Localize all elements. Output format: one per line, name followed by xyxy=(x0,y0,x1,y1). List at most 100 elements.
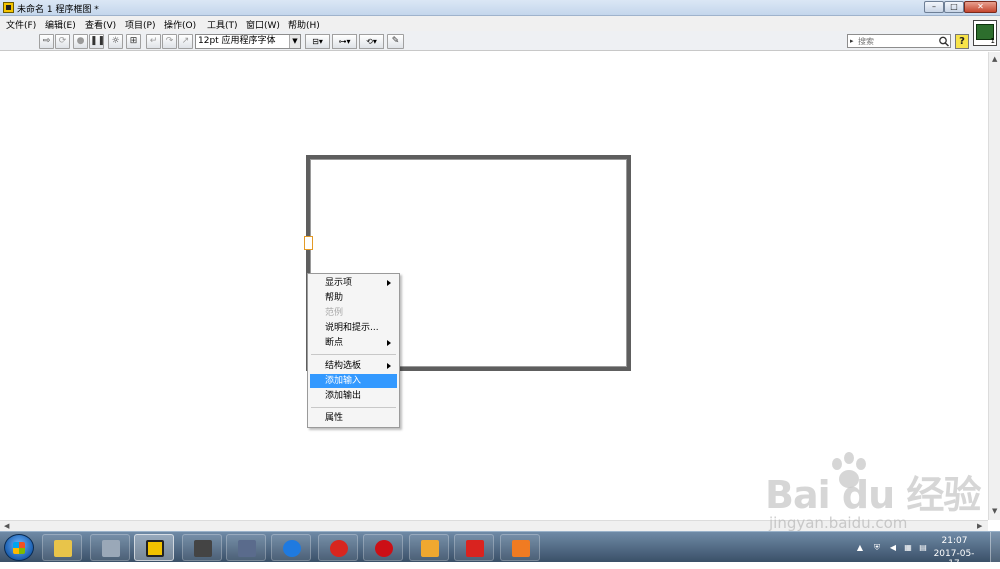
distribute-objects-dropdown[interactable]: ⊶▾ xyxy=(332,34,357,49)
baidu-jingyan-watermark: Bai du 经验 jingyan.baidu.com xyxy=(765,452,981,532)
menu-tools[interactable]: 工具(T) xyxy=(207,18,238,31)
context-menu-item-label: 结构选板 xyxy=(325,361,362,371)
clock-date[interactable]: 2017-05-17 xyxy=(928,549,980,569)
context-menu-item-label: 断点 xyxy=(325,338,344,348)
menu-operate[interactable]: 操作(O) xyxy=(164,18,196,31)
taskbar-print-app[interactable] xyxy=(454,534,494,561)
submenu-arrow-icon xyxy=(387,280,391,286)
input-method-icon[interactable]: ▤ xyxy=(918,543,928,553)
close-button[interactable]: ✕ xyxy=(964,1,997,13)
security-shield-icon[interactable]: ⛨ xyxy=(872,543,882,553)
search-icon[interactable] xyxy=(938,36,950,47)
context-menu-item-label: 添加输入 xyxy=(325,376,362,386)
scroll-left-icon[interactable]: ◀ xyxy=(4,522,9,530)
watermark-brand: Bai du 经验 xyxy=(765,473,981,517)
context-menu-item-description-and-tip[interactable]: 说明和提示... xyxy=(310,321,397,335)
context-menu-item-label: 帮助 xyxy=(325,293,344,303)
taskbar-teamviewer[interactable] xyxy=(271,534,311,561)
title-bar: 未命名 1 程序框图 * – □ ✕ xyxy=(0,0,1000,16)
chip-icon xyxy=(194,540,212,557)
scroll-down-icon[interactable]: ▼ xyxy=(992,507,997,515)
submenu-arrow-icon xyxy=(387,340,391,346)
font-select[interactable]: 12pt 应用程序字体 ▼ xyxy=(195,34,301,49)
context-menu-item-label: 范例 xyxy=(325,308,344,318)
vertical-scrollbar[interactable]: ▲ ▼ xyxy=(988,52,1000,520)
context-menu-item-visible-items[interactable]: 显示项 xyxy=(310,276,397,290)
menu-bar: 文件(F) 编辑(E) 查看(V) 项目(P) 操作(O) 工具(T) 窗口(W… xyxy=(0,16,1000,31)
show-desktop-button[interactable] xyxy=(990,532,1000,562)
taskbar-serial-port[interactable] xyxy=(226,534,266,561)
input-tunnel[interactable] xyxy=(304,236,313,250)
package-icon xyxy=(421,540,439,557)
opera-icon xyxy=(375,540,393,557)
context-menu-item-properties[interactable]: 属性 xyxy=(310,411,397,425)
scroll-right-icon[interactable]: ▶ xyxy=(977,522,982,530)
menu-project[interactable]: 项目(P) xyxy=(125,18,155,31)
serial-port-icon xyxy=(238,540,256,557)
search-input[interactable] xyxy=(858,35,934,47)
vi-icon[interactable]: 1 xyxy=(973,20,997,46)
context-help-button[interactable]: ? xyxy=(955,34,969,49)
run-continuously-icon[interactable]: ⟳ xyxy=(55,34,70,49)
start-button[interactable] xyxy=(4,534,34,561)
context-menu-item-add-input[interactable]: 添加输入 xyxy=(310,374,397,388)
search-dropdown-arrow-icon[interactable]: ▸ xyxy=(850,35,854,47)
print-app-icon xyxy=(466,540,484,557)
vi-icon-number: 1 xyxy=(990,37,995,45)
taskbar-chip-tool[interactable] xyxy=(182,534,222,561)
labview-icon xyxy=(146,540,164,557)
abort-execution-icon[interactable]: ● xyxy=(73,34,88,49)
step-into-icon[interactable]: ↵ xyxy=(146,34,161,49)
context-menu: 显示项 帮助 范例 说明和提示... 断点 结构选板 添加输入 添加输出 属性 xyxy=(307,273,400,428)
network-icon[interactable]: ▦ xyxy=(903,543,913,553)
teamviewer-icon xyxy=(283,540,301,557)
red-swirl-icon xyxy=(330,540,348,557)
minimize-button[interactable]: – xyxy=(924,1,944,13)
taskbar-presentation-app[interactable] xyxy=(500,534,540,561)
clean-up-diagram-icon[interactable]: ✎ xyxy=(387,34,404,49)
context-menu-item-label: 说明和提示... xyxy=(325,323,379,333)
step-over-icon[interactable]: ↷ xyxy=(162,34,177,49)
run-arrow-icon[interactable]: ⇨ xyxy=(39,34,54,49)
context-menu-item-label: 添加输出 xyxy=(325,391,362,401)
maximize-button[interactable]: □ xyxy=(944,1,964,13)
context-menu-item-add-output[interactable]: 添加输出 xyxy=(310,389,397,403)
taskbar-calculator[interactable] xyxy=(90,534,130,561)
context-menu-item-breakpoint[interactable]: 断点 xyxy=(310,336,397,350)
search-box[interactable]: ▸ xyxy=(847,34,951,48)
volume-icon[interactable]: ◀ xyxy=(888,543,898,553)
align-objects-dropdown[interactable]: ⊟▾ xyxy=(305,34,330,49)
taskbar-file-explorer[interactable] xyxy=(42,534,82,561)
menu-view[interactable]: 查看(V) xyxy=(85,18,116,31)
menu-window[interactable]: 窗口(W) xyxy=(246,18,280,31)
taskbar-labview[interactable] xyxy=(134,534,174,561)
context-menu-item-label: 属性 xyxy=(325,413,344,423)
taskbar: ▲ ⛨ ◀ ▦ ▤ xyxy=(0,531,1000,562)
step-out-icon[interactable]: ↗ xyxy=(178,34,193,49)
taskbar-opera[interactable] xyxy=(363,534,403,561)
menu-help[interactable]: 帮助(H) xyxy=(288,18,320,31)
menu-file[interactable]: 文件(F) xyxy=(6,18,36,31)
calculator-icon xyxy=(102,540,120,557)
presentation-icon xyxy=(512,540,530,557)
taskbar-red-app[interactable] xyxy=(318,534,358,561)
scroll-up-icon[interactable]: ▲ xyxy=(992,55,997,63)
folder-icon xyxy=(54,540,72,557)
menu-edit[interactable]: 编辑(E) xyxy=(45,18,76,31)
labview-app-icon[interactable] xyxy=(3,2,14,13)
context-menu-item-label: 显示项 xyxy=(325,278,353,288)
context-menu-item-help[interactable]: 帮助 xyxy=(310,291,397,305)
show-hidden-icons-icon[interactable]: ▲ xyxy=(855,543,865,553)
font-select-value: 12pt 应用程序字体 xyxy=(198,36,276,46)
retain-wire-values-icon[interactable]: ⊞ xyxy=(126,34,141,49)
watermark-url: jingyan.baidu.com xyxy=(769,514,908,532)
context-menu-separator xyxy=(311,354,396,355)
taskbar-package-app[interactable] xyxy=(409,534,449,561)
reorder-dropdown[interactable]: ⟲▾ xyxy=(359,34,384,49)
clock-time[interactable]: 21:07 xyxy=(932,536,977,546)
context-menu-item-structures-palette[interactable]: 结构选板 xyxy=(310,359,397,373)
context-menu-item-examples: 范例 xyxy=(310,306,397,320)
highlight-execution-lightbulb-icon[interactable]: ☼ xyxy=(108,34,123,49)
pause-icon[interactable]: ❚❚ xyxy=(89,34,105,49)
submenu-arrow-icon xyxy=(387,363,391,369)
